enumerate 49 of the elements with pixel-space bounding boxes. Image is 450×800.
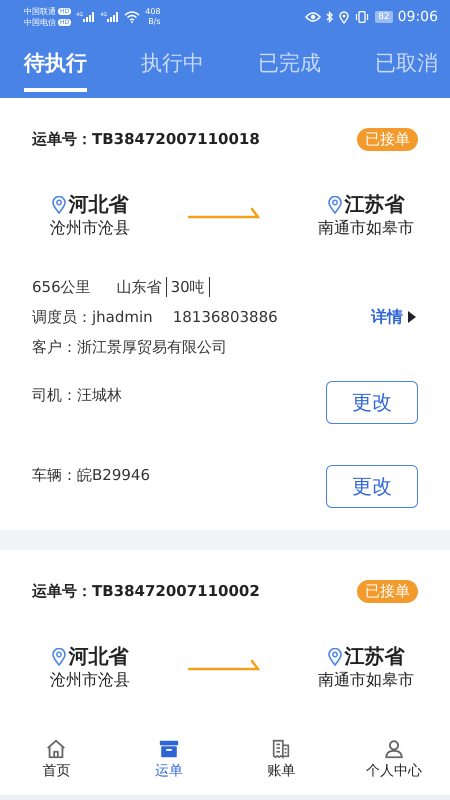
speed-unit: B/s bbox=[148, 17, 161, 27]
change-button[interactable]: 更改 bbox=[326, 464, 418, 508]
bluetooth-icon bbox=[326, 11, 334, 23]
province-name: 河北省 bbox=[68, 643, 128, 670]
wifi-icon bbox=[124, 11, 140, 23]
nav-tab[interactable]: 首页 bbox=[11, 738, 102, 780]
location-pin-icon bbox=[52, 648, 66, 666]
province-name: 江苏省 bbox=[344, 191, 404, 218]
phone-number: 18136803886 bbox=[172, 307, 278, 328]
location-pin-icon bbox=[328, 196, 342, 214]
city-name: 南通市如皋市 bbox=[318, 670, 414, 691]
province-name: 江苏省 bbox=[344, 643, 404, 670]
status-badge: 已接单 bbox=[357, 128, 418, 150]
battery-level: 82 bbox=[375, 11, 393, 23]
speed-value: 408 bbox=[145, 7, 161, 17]
nav-tab[interactable]: 个人中心 bbox=[348, 738, 439, 780]
order-number: 运单号：TB38472007110002 bbox=[32, 582, 260, 600]
weight-text: 30吨 bbox=[166, 277, 210, 297]
city-name: 沧州市沧县 bbox=[50, 670, 130, 691]
nav-tab[interactable]: 运单 bbox=[124, 738, 214, 780]
signal-icon bbox=[107, 12, 120, 22]
carrier-name: 中国联通 bbox=[24, 6, 56, 16]
province-name: 河北省 bbox=[68, 191, 128, 218]
tab[interactable]: 待执行 bbox=[24, 34, 87, 92]
distance-text: 656公里 bbox=[32, 277, 91, 298]
nav-tab[interactable]: 账单 bbox=[236, 738, 326, 780]
details-link[interactable]: 详情 bbox=[371, 306, 416, 328]
person-icon bbox=[382, 738, 405, 760]
location-pin-icon bbox=[52, 196, 66, 214]
change-button[interactable]: 更改 bbox=[326, 380, 418, 424]
region-text: 山东省 bbox=[112, 277, 167, 297]
city-name: 南通市如皋市 bbox=[318, 218, 414, 239]
dispatcher-text: 调度员：jhadmin bbox=[32, 307, 153, 328]
archive-box-icon bbox=[158, 738, 180, 760]
signal-icon bbox=[83, 12, 96, 22]
status-badge: 已接单 bbox=[357, 580, 418, 602]
home-icon bbox=[45, 738, 68, 760]
assignment-text: 车辆：皖B29946 bbox=[32, 465, 150, 485]
location-icon bbox=[339, 10, 350, 24]
vibrate-icon bbox=[354, 11, 370, 23]
order-number: 运单号：TB38472007110018 bbox=[32, 130, 260, 148]
clock-time: 09:06 bbox=[398, 9, 438, 25]
location-pin-icon bbox=[328, 648, 342, 666]
eye-icon bbox=[305, 11, 322, 23]
city-name: 沧州市沧县 bbox=[50, 218, 130, 239]
caret-icon bbox=[408, 311, 416, 323]
assignment-text: 司机：汪城林 bbox=[32, 385, 122, 405]
customer-text: 客户：浙江景厚贸易有限公司 bbox=[32, 337, 228, 358]
carrier-name: 中国电信 bbox=[24, 18, 56, 28]
